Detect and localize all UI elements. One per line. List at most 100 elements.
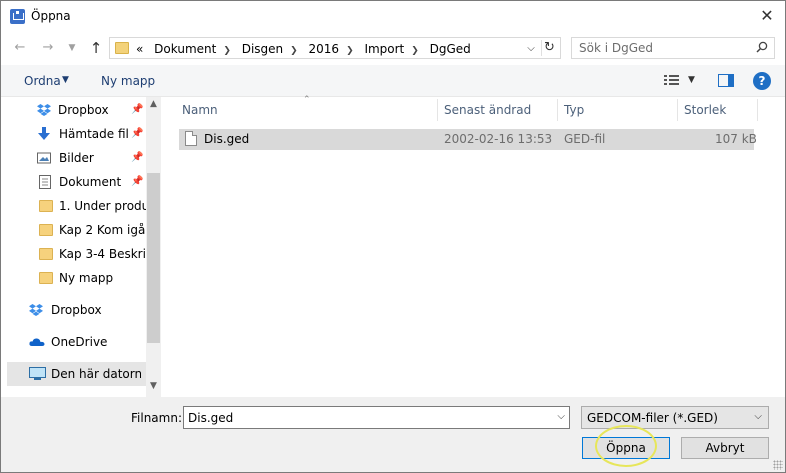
dialog-footer: Filnamn: Dis.ged ⌵ GEDCOM-filer (*.GED) … bbox=[1, 397, 785, 472]
chevron-right-icon[interactable]: ❯ bbox=[223, 46, 231, 56]
search-input[interactable]: Sök i DgGed bbox=[571, 37, 775, 59]
view-options-icon[interactable] bbox=[664, 74, 680, 87]
sidebar-item-pictures[interactable]: Bilder 📌 bbox=[31, 147, 146, 169]
folder-icon bbox=[39, 248, 53, 260]
file-name: Dis.ged bbox=[204, 132, 250, 146]
forward-arrow-icon[interactable]: → bbox=[39, 39, 57, 57]
sidebar-item-label: Hämtade filer bbox=[59, 127, 129, 141]
computer-icon bbox=[29, 367, 46, 380]
sidebar-item-folder-under-produkt[interactable]: 1. Under produkt bbox=[31, 195, 146, 217]
chevron-down-icon[interactable]: ⌵ bbox=[524, 41, 538, 57]
view-dropdown-icon[interactable]: ▼ bbox=[688, 75, 695, 85]
breadcrumb: « Dokument ❯ Disgen ❯ 2016 ❯ Import ❯ DgGed bbox=[136, 41, 478, 57]
column-header-type[interactable]: Typ bbox=[564, 97, 584, 123]
sidebar-item-this-pc[interactable]: Den här datorn bbox=[7, 362, 146, 386]
window-title: Öppna bbox=[31, 9, 71, 23]
folder-icon bbox=[115, 42, 129, 54]
chevron-down-icon[interactable]: ⌵ bbox=[754, 411, 762, 422]
sidebar-item-label: Dropbox bbox=[51, 303, 102, 317]
table-row[interactable]: Dis.ged 2002-02-16 13:53 GED-fil 107 kB bbox=[179, 129, 757, 150]
download-icon bbox=[38, 127, 50, 140]
breadcrumb-overflow[interactable]: « bbox=[136, 42, 143, 56]
chevron-right-icon[interactable]: ❯ bbox=[346, 46, 354, 56]
sidebar-item-label: Bilder bbox=[59, 151, 94, 165]
column-divider[interactable] bbox=[757, 99, 758, 121]
sidebar-item-label: OneDrive bbox=[51, 335, 108, 349]
sidebar-item-documents[interactable]: Dokument 📌 bbox=[31, 171, 146, 193]
sidebar-item-onedrive[interactable]: OneDrive bbox=[23, 331, 146, 353]
file-list: ⌃ Namn Senast ändrad Typ Storlek Dis.ged… bbox=[162, 95, 785, 397]
sidebar-item-folder-ny-mapp[interactable]: Ny mapp bbox=[31, 267, 146, 289]
pin-icon[interactable]: 📌 bbox=[131, 128, 143, 139]
up-arrow-icon[interactable]: ↑ bbox=[87, 39, 105, 57]
breadcrumb-item-import[interactable]: Import bbox=[364, 42, 404, 56]
preview-pane-icon[interactable] bbox=[718, 74, 734, 87]
breadcrumb-item-dgged[interactable]: DgGed bbox=[430, 42, 471, 56]
folder-icon bbox=[39, 272, 53, 284]
breadcrumb-item-disgen[interactable]: Disgen bbox=[242, 42, 283, 56]
scrollbar-thumb[interactable] bbox=[147, 173, 160, 343]
scroll-up-icon[interactable]: ▲ bbox=[146, 99, 161, 109]
command-toolbar: Ordna ▼ Ny mapp ▼ ? bbox=[1, 65, 785, 97]
filename-value: Dis.ged bbox=[188, 411, 234, 425]
resize-grip[interactable] bbox=[773, 460, 783, 470]
cancel-button[interactable]: Avbryt bbox=[681, 437, 769, 459]
column-header-size[interactable]: Storlek bbox=[684, 97, 726, 123]
sidebar-scrollbar[interactable]: ▲ ▼ bbox=[146, 97, 161, 397]
file-type-select[interactable]: GEDCOM-filer (*.GED) ⌵ bbox=[581, 406, 769, 429]
pin-icon[interactable]: 📌 bbox=[131, 104, 143, 115]
folder-icon bbox=[39, 224, 53, 236]
highlight-circle bbox=[595, 425, 657, 467]
column-header-modified[interactable]: Senast ändrad bbox=[444, 97, 531, 123]
file-modified: 2002-02-16 13:53 bbox=[444, 132, 553, 146]
file-size: 107 kB bbox=[715, 132, 757, 146]
scroll-down-icon[interactable]: ▼ bbox=[146, 381, 161, 391]
breadcrumb-item-dokument[interactable]: Dokument bbox=[154, 42, 216, 56]
help-icon[interactable]: ? bbox=[753, 72, 771, 90]
sidebar-item-label: Kap 3-4 Beskrivni bbox=[59, 247, 146, 261]
close-button[interactable]: ✕ bbox=[757, 6, 777, 26]
pictures-icon bbox=[37, 152, 51, 164]
documents-icon bbox=[39, 175, 51, 189]
organize-button[interactable]: Ordna bbox=[24, 74, 61, 88]
back-arrow-icon[interactable]: ← bbox=[11, 39, 29, 57]
column-divider[interactable] bbox=[677, 99, 678, 121]
chevron-right-icon[interactable]: ❯ bbox=[290, 46, 298, 56]
sidebar-item-folder-kap2[interactable]: Kap 2 Kom igång bbox=[31, 219, 146, 241]
organize-dropdown-icon[interactable]: ▼ bbox=[62, 75, 69, 85]
sidebar-item-label: Dropbox bbox=[58, 103, 109, 117]
onedrive-icon bbox=[29, 338, 45, 346]
sidebar-item-label: Ny mapp bbox=[59, 271, 114, 285]
sidebar-item-dropbox[interactable]: Dropbox bbox=[23, 299, 146, 321]
sidebar-item-label: Kap 2 Kom igång bbox=[59, 223, 146, 237]
file-type: GED-fil bbox=[564, 132, 606, 146]
column-header-name[interactable]: Namn bbox=[182, 97, 218, 123]
sidebar-item-downloads[interactable]: Hämtade filer 📌 bbox=[31, 123, 146, 145]
column-divider[interactable] bbox=[437, 99, 438, 121]
dropbox-icon bbox=[37, 104, 51, 116]
address-bar[interactable]: « Dokument ❯ Disgen ❯ 2016 ❯ Import ❯ DgGed … bbox=[109, 37, 561, 59]
search-placeholder: Sök i DgGed bbox=[579, 41, 654, 55]
sidebar-item-dropbox-quick[interactable]: Dropbox 📌 bbox=[31, 99, 146, 121]
search-icon bbox=[756, 41, 768, 53]
refresh-icon[interactable]: ↻ bbox=[541, 40, 557, 56]
file-type-value: GEDCOM-filer (*.GED) bbox=[587, 411, 718, 425]
open-file-dialog: Öppna ✕ ← → ▼ ↑ « Dokument ❯ Disgen ❯ 2016… bbox=[0, 0, 786, 473]
folder-icon bbox=[39, 200, 53, 212]
title-bar: Öppna ✕ bbox=[1, 1, 785, 31]
chevron-right-icon[interactable]: ❯ bbox=[411, 46, 419, 56]
filename-field[interactable]: Dis.ged ⌵ bbox=[183, 406, 570, 429]
sidebar-item-label: 1. Under produkt bbox=[59, 199, 146, 213]
new-folder-button[interactable]: Ny mapp bbox=[101, 74, 155, 88]
pin-icon[interactable]: 📌 bbox=[131, 176, 143, 187]
filename-label: Filnamn: bbox=[131, 411, 182, 425]
file-icon bbox=[185, 131, 197, 146]
sidebar-item-folder-kap34[interactable]: Kap 3-4 Beskrivni bbox=[31, 243, 146, 265]
pin-icon[interactable]: 📌 bbox=[131, 152, 143, 163]
recent-locations-chevron-icon[interactable]: ▼ bbox=[63, 39, 81, 57]
chevron-down-icon[interactable]: ⌵ bbox=[557, 411, 565, 422]
app-icon bbox=[10, 9, 25, 24]
breadcrumb-item-2016[interactable]: 2016 bbox=[309, 42, 340, 56]
column-divider[interactable] bbox=[557, 99, 558, 121]
sidebar-item-label: Den här datorn bbox=[51, 367, 141, 381]
